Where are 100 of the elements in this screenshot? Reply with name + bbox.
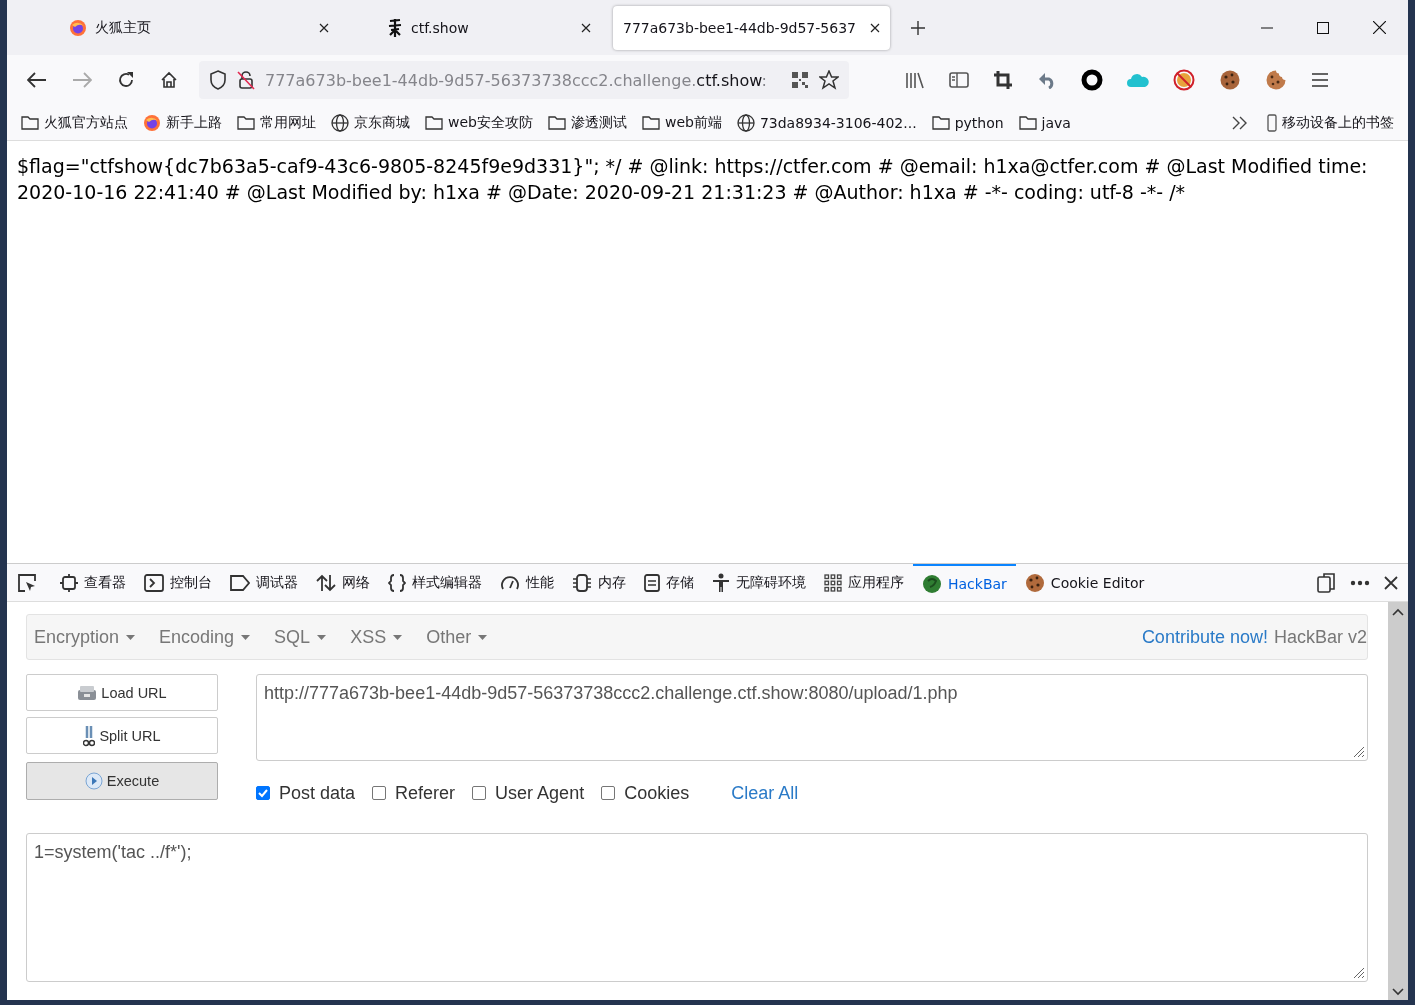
version-label: HackBar v2 <box>1273 626 1367 648</box>
firefox-icon <box>143 113 161 132</box>
action-button[interactable]: Execute <box>26 762 218 800</box>
more-icon[interactable] <box>1350 579 1370 586</box>
address-bar[interactable]: 777a673b-bee1-44db-9d57-56373738ccc2.challenge.ctf.show: <box>199 61 849 99</box>
close-icon[interactable] <box>870 22 880 33</box>
sidebar-icon[interactable] <box>949 71 969 89</box>
resize-grip-icon[interactable] <box>1351 744 1365 758</box>
crop-icon[interactable] <box>993 70 1013 90</box>
url-text: 777a673b-bee1-44db-9d57-56373738ccc2.challenge.ctf.show: <box>265 70 768 90</box>
qr-code-icon[interactable] <box>791 71 809 89</box>
devtools-tab[interactable]: 控制台 <box>135 564 221 601</box>
home-icon[interactable] <box>160 71 178 89</box>
bookmark-item[interactable]: 火狐官方站点 <box>21 113 128 132</box>
grid-icon <box>824 573 842 592</box>
drive-icon <box>77 684 98 701</box>
option-checkbox[interactable]: Cookies <box>601 782 690 804</box>
devtools-tab[interactable]: 调试器 <box>221 564 307 601</box>
insecure-lock-icon <box>237 70 255 90</box>
url-field[interactable]: http://777a673b-bee1-44db-9d57-56373738ccc2.challenge.ctf.show:8080/upload/1.php <box>256 674 1368 761</box>
option-checkbox[interactable]: Post data <box>256 782 356 804</box>
folder-icon <box>21 115 39 130</box>
globe-icon <box>331 113 349 132</box>
scrollbar[interactable] <box>1388 602 1408 1000</box>
action-button[interactable]: Load URL <box>26 674 218 711</box>
cookie-icon[interactable] <box>1219 69 1241 91</box>
cookie-icon <box>1024 572 1045 593</box>
phone-icon <box>1267 113 1277 132</box>
folder-icon <box>1018 115 1037 130</box>
bookmark-item[interactable]: 渗透测试 <box>547 113 627 132</box>
bookmark-item[interactable]: 京东商城 <box>331 113 410 132</box>
dropdown-menu[interactable]: Encoding <box>159 626 263 648</box>
close-icon[interactable] <box>319 22 329 33</box>
caret-icon <box>478 634 488 640</box>
back-icon[interactable] <box>27 72 47 88</box>
play-icon <box>84 772 103 790</box>
option-checkbox[interactable]: User Agent <box>472 782 585 804</box>
devtools-tab[interactable]: Cookie Editor <box>1015 564 1154 601</box>
browser-tab[interactable]: 火狐主页 <box>7 5 339 50</box>
close-icon[interactable] <box>581 22 591 33</box>
devtools-tab[interactable]: 性能 <box>491 564 563 601</box>
dropdown-menu[interactable]: SQL <box>274 626 339 648</box>
scissors-icon <box>83 724 96 747</box>
blocked-cookie-icon[interactable] <box>1173 69 1195 91</box>
caret-icon <box>393 634 403 640</box>
devtools-tab[interactable]: 网络 <box>307 564 379 601</box>
reload-icon[interactable] <box>117 71 135 89</box>
resize-grip-icon[interactable] <box>1351 965 1365 979</box>
caret-icon <box>317 634 327 640</box>
menu-icon[interactable] <box>1311 72 1329 88</box>
caret-icon <box>126 634 136 640</box>
library-icon[interactable] <box>905 71 925 89</box>
folder-icon <box>931 115 950 130</box>
scroll-down-icon[interactable] <box>1392 988 1404 996</box>
caret-icon <box>241 634 251 640</box>
devtools-tab[interactable]: 样式编辑器 <box>379 564 491 601</box>
bookmark-item[interactable]: 常用网址 <box>237 113 316 132</box>
folder-icon <box>547 115 566 130</box>
dropdown-menu[interactable]: Encryption <box>34 626 148 648</box>
devtools-tab[interactable]: HackBar <box>913 564 1016 601</box>
devtools-tab[interactable]: 内存 <box>563 564 635 601</box>
element-picker-icon[interactable] <box>17 572 37 593</box>
contribute-link[interactable]: Contribute now! <box>1141 626 1268 648</box>
devtools-tab[interactable]: 存储 <box>635 564 703 601</box>
folder-icon <box>237 115 255 130</box>
new-tab-icon[interactable] <box>910 19 926 36</box>
devtools-tab[interactable]: 无障碍环境 <box>703 564 815 601</box>
bookmark-item[interactable]: python <box>931 114 1004 131</box>
up-down-arrows-icon <box>316 573 336 592</box>
browser-tab[interactable]: ctf.show <box>345 5 601 50</box>
tag-shape-icon <box>230 574 250 591</box>
post-data-field[interactable]: 1=system('tac ../f*'); <box>26 833 1368 982</box>
shield-icon <box>209 70 227 90</box>
option-checkbox[interactable]: Referer <box>372 782 456 804</box>
firefox-icon <box>69 18 87 37</box>
ring-icon[interactable] <box>1081 69 1103 91</box>
devtools-tab[interactable]: 应用程序 <box>815 564 913 601</box>
bookmark-item[interactable]: java <box>1018 114 1071 131</box>
globe-icon <box>736 113 755 132</box>
bookmark-item[interactable]: 移动设备上的书签 <box>1267 113 1394 132</box>
devtools-tab[interactable]: 查看器 <box>51 564 135 601</box>
bookmark-item[interactable]: web前端 <box>641 113 722 132</box>
bitten-cookie-icon[interactable] <box>1265 69 1287 91</box>
dock-icon[interactable] <box>1316 572 1336 593</box>
gauge-icon <box>500 573 520 592</box>
action-button[interactable]: Split URL <box>26 717 218 754</box>
maximize-icon[interactable] <box>1317 21 1329 34</box>
bookmark-item[interactable]: web安全攻防 <box>425 113 533 132</box>
dropdown-menu[interactable]: Other <box>426 626 500 648</box>
chevron-icon[interactable] <box>1231 115 1249 130</box>
dropdown-menu[interactable]: XSS <box>350 626 415 648</box>
clear-all-link[interactable]: Clear All <box>731 782 799 804</box>
star-icon[interactable] <box>819 70 839 90</box>
scroll-up-icon[interactable] <box>1392 608 1404 616</box>
bookmark-item[interactable]: 73da8934-3106-402... <box>736 113 917 132</box>
close-icon[interactable] <box>1384 575 1398 590</box>
bookmark-item[interactable]: 新手上路 <box>143 113 222 132</box>
folder-icon <box>641 115 660 130</box>
browser-tab[interactable]: 777a673b-bee1-44db-9d57-5637 <box>613 5 890 50</box>
close-icon[interactable] <box>1373 21 1386 34</box>
